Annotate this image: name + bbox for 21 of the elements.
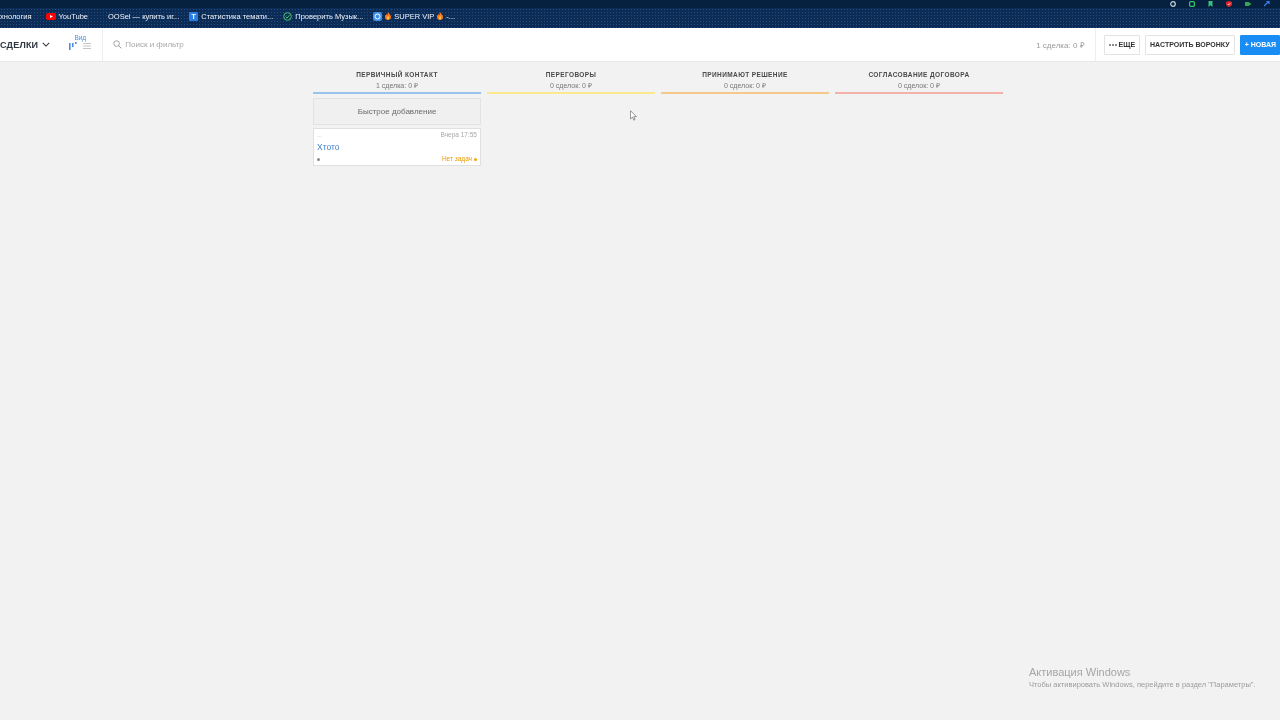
puzzle-icon[interactable] [1245,1,1251,7]
search-field[interactable]: Поиск и фильтр [125,40,686,49]
quick-add-button[interactable]: Быстрое добавление [313,98,481,125]
bookmark-icon[interactable] [1208,1,1213,7]
status-dot-icon [474,157,477,161]
dot-icon [317,157,320,161]
search-icon [113,40,123,49]
chevron-down-icon [42,42,51,47]
check-circle-icon [283,11,293,21]
section-dropdown[interactable]: СДЕЛКИ [0,39,51,50]
shield-icon[interactable] [1226,1,1232,7]
circle-tile-icon [373,11,383,21]
deal-name-link[interactable]: Хтото [317,142,340,152]
ellipsis-icon [1108,43,1117,46]
ring-icon[interactable] [1170,1,1176,7]
columns-view-icon[interactable] [69,42,78,50]
play-button-icon [45,12,56,20]
deals-summary: 1 сделка: 0 ₽ [1036,40,1085,50]
activation-title: Активация Windows [1029,666,1132,679]
mouse-pointer-icon [630,110,637,121]
arrow-icon[interactable] [1264,1,1270,7]
